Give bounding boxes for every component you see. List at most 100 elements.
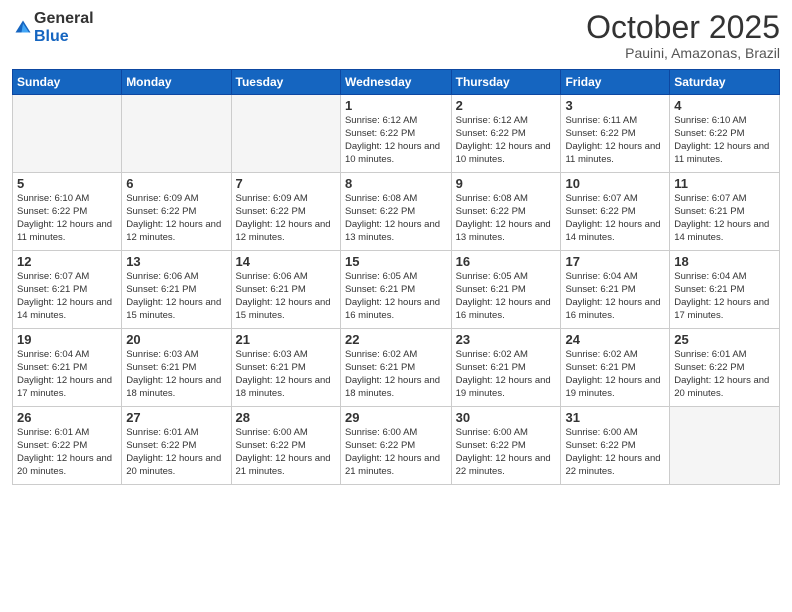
day-number: 23 bbox=[456, 332, 557, 347]
calendar-cell bbox=[231, 95, 340, 173]
th-thursday: Thursday bbox=[451, 70, 561, 95]
day-number: 24 bbox=[565, 332, 665, 347]
subtitle: Pauini, Amazonas, Brazil bbox=[586, 45, 780, 61]
day-info: Sunrise: 6:01 AM Sunset: 6:22 PM Dayligh… bbox=[17, 427, 117, 478]
calendar-cell bbox=[122, 95, 231, 173]
month-title: October 2025 bbox=[586, 10, 780, 45]
day-number: 8 bbox=[345, 176, 447, 191]
day-number: 5 bbox=[17, 176, 117, 191]
day-number: 13 bbox=[126, 254, 226, 269]
day-number: 18 bbox=[674, 254, 775, 269]
th-friday: Friday bbox=[561, 70, 670, 95]
calendar-cell: 2 Sunrise: 6:12 AM Sunset: 6:22 PM Daylig… bbox=[451, 95, 561, 173]
page: General Blue October 2025 Pauini, Amazon… bbox=[0, 0, 792, 612]
calendar-cell: 28Sunrise: 6:00 AM Sunset: 6:22 PM Dayli… bbox=[231, 407, 340, 485]
day-number: 7 bbox=[236, 176, 336, 191]
day-info: Sunrise: 6:00 AM Sunset: 6:22 PM Dayligh… bbox=[345, 427, 447, 478]
calendar-week-4: 26 Sunrise: 6:01 AM Sunset: 6:22 PM Dayli… bbox=[13, 407, 780, 485]
day-info: Sunrise: 6:11 AM Sunset: 6:22 PM Dayligh… bbox=[565, 115, 665, 166]
day-number: 26 bbox=[17, 410, 117, 425]
calendar-table: Sunday Monday Tuesday Wednesday Thursday… bbox=[12, 69, 780, 485]
calendar-cell: 24Sunrise: 6:02 AM Sunset: 6:21 PM Dayli… bbox=[561, 329, 670, 407]
day-info: Sunrise: 6:02 AM Sunset: 6:21 PM Dayligh… bbox=[456, 349, 557, 400]
day-number: 12 bbox=[17, 254, 117, 269]
title-section: October 2025 Pauini, Amazonas, Brazil bbox=[586, 10, 780, 61]
day-info: Sunrise: 6:10 AM Sunset: 6:22 PM Dayligh… bbox=[17, 193, 117, 244]
day-number: 2 bbox=[456, 98, 557, 113]
logo-blue: Blue bbox=[34, 28, 94, 46]
day-number: 14 bbox=[236, 254, 336, 269]
logo: General Blue bbox=[12, 10, 94, 45]
day-number: 21 bbox=[236, 332, 336, 347]
day-number: 11 bbox=[674, 176, 775, 191]
day-number: 31 bbox=[565, 410, 665, 425]
calendar-cell: 31 Sunrise: 6:00 AM Sunset: 6:22 PM Dayli… bbox=[561, 407, 670, 485]
header-row: Sunday Monday Tuesday Wednesday Thursday… bbox=[13, 70, 780, 95]
th-tuesday: Tuesday bbox=[231, 70, 340, 95]
day-number: 30 bbox=[456, 410, 557, 425]
day-info: Sunrise: 6:07 AM Sunset: 6:21 PM Dayligh… bbox=[674, 193, 775, 244]
day-number: 16 bbox=[456, 254, 557, 269]
day-info: Sunrise: 6:06 AM Sunset: 6:21 PM Dayligh… bbox=[236, 271, 336, 322]
th-saturday: Saturday bbox=[670, 70, 780, 95]
day-number: 27 bbox=[126, 410, 226, 425]
day-number: 25 bbox=[674, 332, 775, 347]
day-info: Sunrise: 6:04 AM Sunset: 6:21 PM Dayligh… bbox=[17, 349, 117, 400]
day-number: 17 bbox=[565, 254, 665, 269]
day-info: Sunrise: 6:07 AM Sunset: 6:22 PM Dayligh… bbox=[565, 193, 665, 244]
calendar-cell: 1 Sunrise: 6:12 AM Sunset: 6:22 PM Daylig… bbox=[340, 95, 451, 173]
day-number: 6 bbox=[126, 176, 226, 191]
calendar-cell: 20Sunrise: 6:03 AM Sunset: 6:21 PM Dayli… bbox=[122, 329, 231, 407]
day-info: Sunrise: 6:12 AM Sunset: 6:22 PM Dayligh… bbox=[345, 115, 447, 166]
calendar-cell: 25Sunrise: 6:01 AM Sunset: 6:22 PM Dayli… bbox=[670, 329, 780, 407]
calendar-cell: 12 Sunrise: 6:07 AM Sunset: 6:21 PM Dayli… bbox=[13, 251, 122, 329]
calendar-cell: 15 Sunrise: 6:05 AM Sunset: 6:21 PM Dayli… bbox=[340, 251, 451, 329]
calendar-week-3: 19 Sunrise: 6:04 AM Sunset: 6:21 PM Dayli… bbox=[13, 329, 780, 407]
th-monday: Monday bbox=[122, 70, 231, 95]
day-info: Sunrise: 6:00 AM Sunset: 6:22 PM Dayligh… bbox=[456, 427, 557, 478]
day-info: Sunrise: 6:05 AM Sunset: 6:21 PM Dayligh… bbox=[456, 271, 557, 322]
calendar-cell: 6 Sunrise: 6:09 AM Sunset: 6:22 PM Daylig… bbox=[122, 173, 231, 251]
calendar-cell: 22Sunrise: 6:02 AM Sunset: 6:21 PM Dayli… bbox=[340, 329, 451, 407]
day-number: 9 bbox=[456, 176, 557, 191]
calendar-cell bbox=[670, 407, 780, 485]
calendar-cell: 19 Sunrise: 6:04 AM Sunset: 6:21 PM Dayli… bbox=[13, 329, 122, 407]
day-number: 19 bbox=[17, 332, 117, 347]
logo-text: General Blue bbox=[34, 10, 94, 45]
day-info: Sunrise: 6:06 AM Sunset: 6:21 PM Dayligh… bbox=[126, 271, 226, 322]
calendar-week-2: 12 Sunrise: 6:07 AM Sunset: 6:21 PM Dayli… bbox=[13, 251, 780, 329]
calendar-cell: 29 Sunrise: 6:00 AM Sunset: 6:22 PM Dayli… bbox=[340, 407, 451, 485]
calendar-cell bbox=[13, 95, 122, 173]
calendar-cell: 10 Sunrise: 6:07 AM Sunset: 6:22 PM Dayli… bbox=[561, 173, 670, 251]
calendar-cell: 9Sunrise: 6:08 AM Sunset: 6:22 PM Daylig… bbox=[451, 173, 561, 251]
calendar-cell: 30 Sunrise: 6:00 AM Sunset: 6:22 PM Dayli… bbox=[451, 407, 561, 485]
day-number: 15 bbox=[345, 254, 447, 269]
calendar-cell: 18 Sunrise: 6:04 AM Sunset: 6:21 PM Dayli… bbox=[670, 251, 780, 329]
logo-icon bbox=[14, 19, 32, 37]
calendar-cell: 21 Sunrise: 6:03 AM Sunset: 6:21 PM Dayli… bbox=[231, 329, 340, 407]
day-info: Sunrise: 6:07 AM Sunset: 6:21 PM Dayligh… bbox=[17, 271, 117, 322]
day-number: 10 bbox=[565, 176, 665, 191]
day-info: Sunrise: 6:04 AM Sunset: 6:21 PM Dayligh… bbox=[674, 271, 775, 322]
day-number: 29 bbox=[345, 410, 447, 425]
calendar-cell: 7 Sunrise: 6:09 AM Sunset: 6:22 PM Daylig… bbox=[231, 173, 340, 251]
day-info: Sunrise: 6:00 AM Sunset: 6:22 PM Dayligh… bbox=[565, 427, 665, 478]
calendar-cell: 5 Sunrise: 6:10 AM Sunset: 6:22 PM Daylig… bbox=[13, 173, 122, 251]
day-info: Sunrise: 6:05 AM Sunset: 6:21 PM Dayligh… bbox=[345, 271, 447, 322]
calendar-cell: 11 Sunrise: 6:07 AM Sunset: 6:21 PM Dayli… bbox=[670, 173, 780, 251]
day-number: 4 bbox=[674, 98, 775, 113]
day-number: 28 bbox=[236, 410, 336, 425]
day-info: Sunrise: 6:01 AM Sunset: 6:22 PM Dayligh… bbox=[126, 427, 226, 478]
day-info: Sunrise: 6:03 AM Sunset: 6:21 PM Dayligh… bbox=[236, 349, 336, 400]
day-number: 1 bbox=[345, 98, 447, 113]
day-info: Sunrise: 6:04 AM Sunset: 6:21 PM Dayligh… bbox=[565, 271, 665, 322]
day-info: Sunrise: 6:09 AM Sunset: 6:22 PM Dayligh… bbox=[236, 193, 336, 244]
header: General Blue October 2025 Pauini, Amazon… bbox=[12, 10, 780, 61]
calendar-cell: 4 Sunrise: 6:10 AM Sunset: 6:22 PM Daylig… bbox=[670, 95, 780, 173]
day-info: Sunrise: 6:10 AM Sunset: 6:22 PM Dayligh… bbox=[674, 115, 775, 166]
day-number: 3 bbox=[565, 98, 665, 113]
calendar-cell: 23 Sunrise: 6:02 AM Sunset: 6:21 PM Dayli… bbox=[451, 329, 561, 407]
day-info: Sunrise: 6:12 AM Sunset: 6:22 PM Dayligh… bbox=[456, 115, 557, 166]
calendar-cell: 16 Sunrise: 6:05 AM Sunset: 6:21 PM Dayli… bbox=[451, 251, 561, 329]
day-info: Sunrise: 6:09 AM Sunset: 6:22 PM Dayligh… bbox=[126, 193, 226, 244]
